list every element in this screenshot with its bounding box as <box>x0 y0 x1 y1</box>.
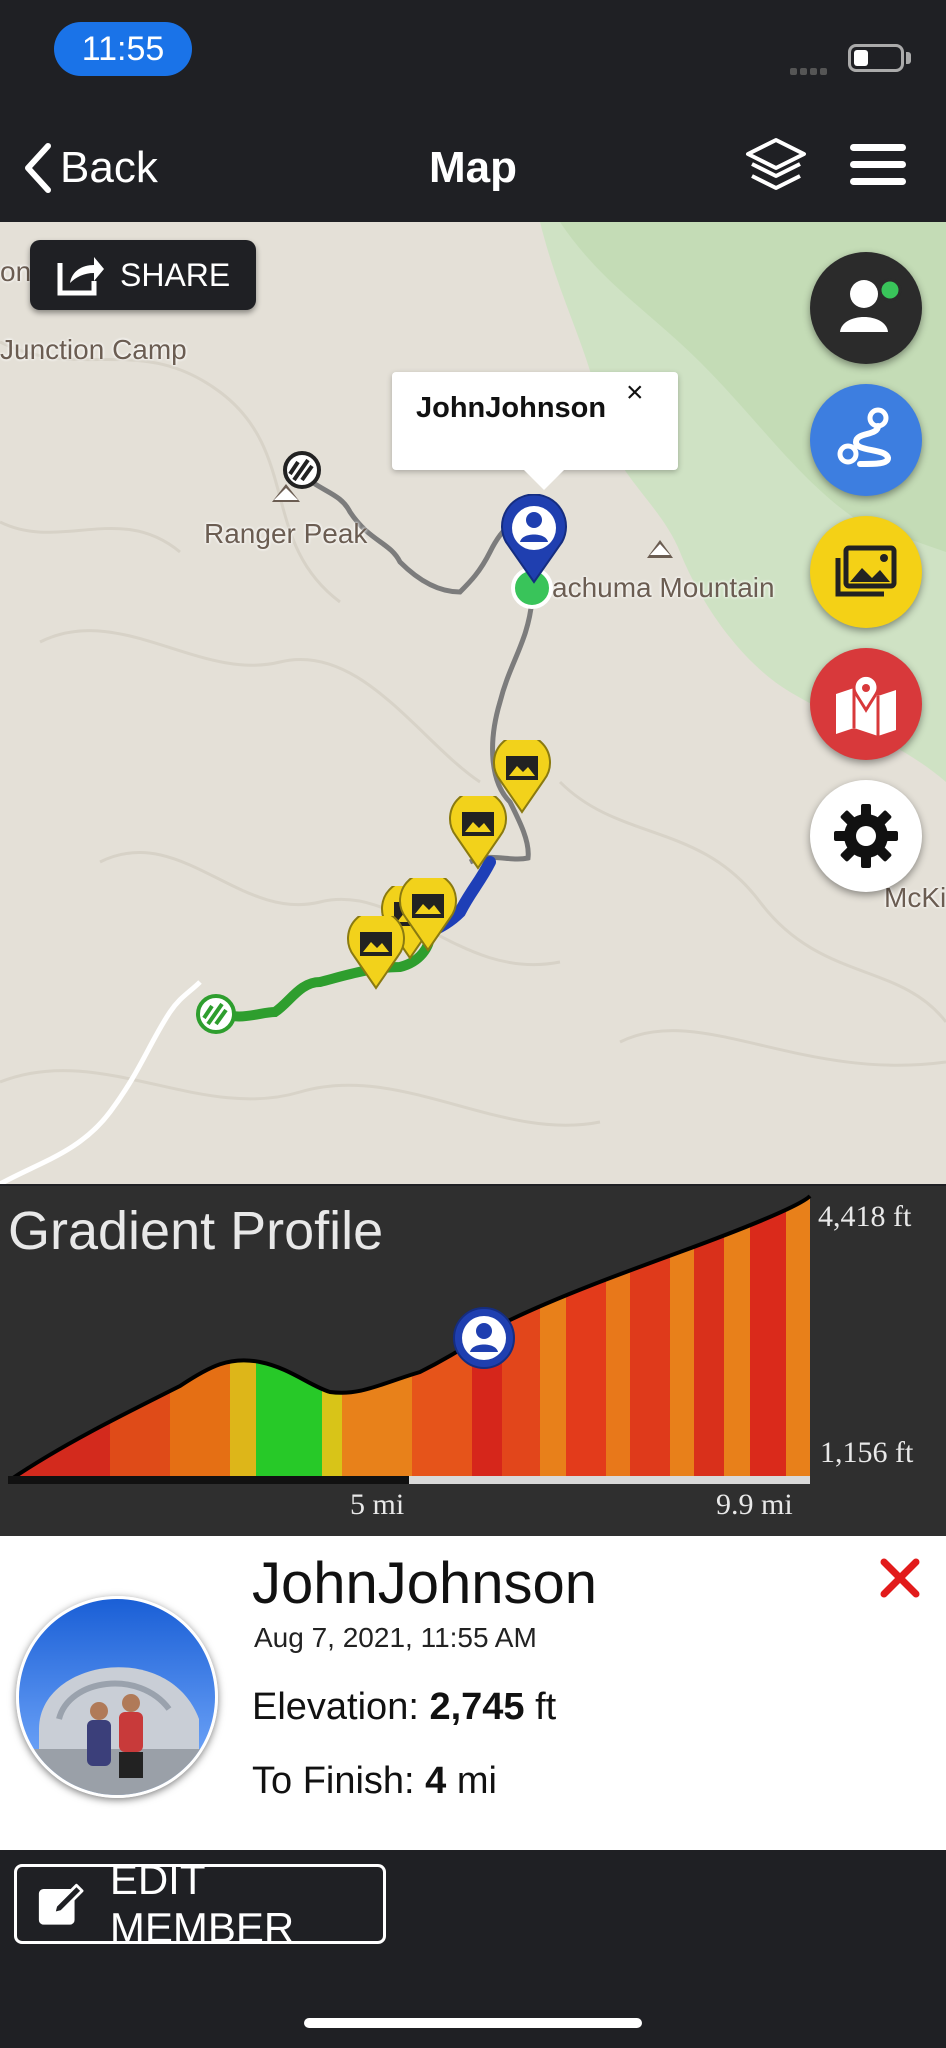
edit-member-button[interactable]: EDIT MEMBER <box>14 1856 386 1951</box>
popup-close-button[interactable]: × <box>626 376 644 410</box>
finish-label: To Finish: <box>252 1760 426 1802</box>
finish-unit: mi <box>446 1760 497 1802</box>
gradient-profile[interactable]: Gradient Profile 4,418 ft 1,156 ft 5 mi … <box>0 1186 946 1536</box>
share-icon <box>57 257 104 296</box>
signal-icon <box>790 62 834 75</box>
distance-mid-label: 5 mi <box>350 1488 405 1521</box>
home-indicator <box>304 2018 642 2028</box>
member-position-icon[interactable] <box>452 1306 516 1370</box>
distance-end-label: 9.9 mi <box>716 1488 793 1521</box>
member-location-pin-icon[interactable] <box>498 494 570 584</box>
edit-icon <box>38 1883 84 1925</box>
map-marker-button[interactable] <box>810 648 922 760</box>
bottom-bar: EDIT MEMBER <box>0 1850 946 2048</box>
map-label-edge-right: McKi <box>884 882 946 913</box>
map-label-mountain: achuma Mountain <box>552 572 775 603</box>
member-popup[interactable]: JohnJohnson × <box>392 372 678 490</box>
menu-button[interactable] <box>850 144 906 188</box>
status-time: 11:55 <box>54 22 192 76</box>
member-name: JohnJohnson <box>252 1551 598 1616</box>
layers-icon <box>746 138 806 190</box>
back-button[interactable]: Back <box>20 138 158 198</box>
share-button[interactable]: SHARE <box>30 240 256 310</box>
photo-marker-icon[interactable] <box>448 796 508 870</box>
share-label: SHARE <box>120 256 231 293</box>
photo-marker-icon[interactable] <box>346 916 406 990</box>
map-label-edge-left: on <box>0 256 32 287</box>
map-marker-icon <box>836 673 896 736</box>
route-icon <box>837 407 892 467</box>
map-label-ranger-peak: Ranger Peak <box>204 518 368 549</box>
settings-button[interactable] <box>810 780 922 892</box>
avatar-photo <box>19 1599 215 1795</box>
back-label: Back <box>60 143 158 192</box>
avatar[interactable] <box>16 1596 218 1798</box>
photos-button[interactable] <box>810 516 922 628</box>
member-to-finish: To Finish: 4 mi <box>252 1760 497 1803</box>
popup-member-name: JohnJohnson <box>416 392 607 424</box>
chevron-left-icon <box>25 143 51 193</box>
finish-value: 4 <box>425 1760 447 1802</box>
hamburger-line <box>850 161 906 168</box>
battery-tip <box>906 52 911 64</box>
members-button[interactable] <box>810 252 922 364</box>
elevation-unit: ft <box>524 1686 557 1728</box>
elevation-value: 2,745 <box>429 1686 525 1728</box>
layers-button[interactable] <box>744 134 808 198</box>
gradient-profile-title: Gradient Profile <box>8 1201 384 1261</box>
nav-bar: Back Map <box>0 110 946 222</box>
gear-icon <box>834 804 898 868</box>
map-label-junction-camp: Junction Camp <box>0 334 187 365</box>
members-icon <box>840 278 902 332</box>
route-button[interactable] <box>810 384 922 496</box>
member-elevation: Elevation: 2,745 ft <box>252 1686 556 1729</box>
popup-arrow <box>522 468 566 490</box>
elevation-label: Elevation: <box>252 1686 430 1728</box>
map-terrain <box>0 222 946 1184</box>
hamburger-line <box>850 178 906 185</box>
member-card: JohnJohnson Aug 7, 2021, 11:55 AM Elevat… <box>0 1536 946 1850</box>
close-icon[interactable] <box>878 1556 922 1600</box>
map-view[interactable]: on Junction Camp Ranger Peak achuma Moun… <box>0 222 946 1184</box>
status-bar: 11:55 <box>0 0 946 110</box>
edit-member-label: EDIT MEMBER <box>109 1856 295 1951</box>
min-elevation-label: 1,156 ft <box>820 1436 914 1469</box>
photos-icon <box>835 545 897 597</box>
member-timestamp: Aug 7, 2021, 11:55 AM <box>254 1622 537 1653</box>
photo-marker-icon[interactable] <box>398 878 458 952</box>
hamburger-line <box>850 144 906 151</box>
max-elevation-label: 4,418 ft <box>818 1200 912 1233</box>
battery-icon <box>848 44 904 72</box>
